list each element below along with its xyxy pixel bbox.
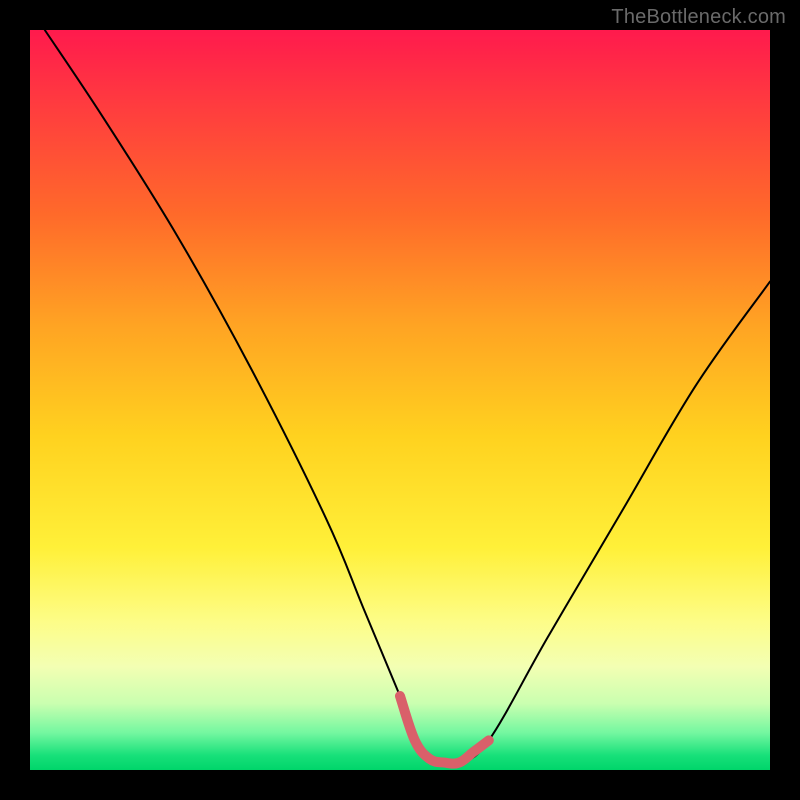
chart-frame: TheBottleneck.com <box>0 0 800 800</box>
bottleneck-curve-path <box>45 30 770 765</box>
watermark-text: TheBottleneck.com <box>611 6 786 29</box>
chart-svg <box>30 30 770 770</box>
chart-plot-area <box>30 30 770 770</box>
highlight-segment-path <box>400 696 489 764</box>
